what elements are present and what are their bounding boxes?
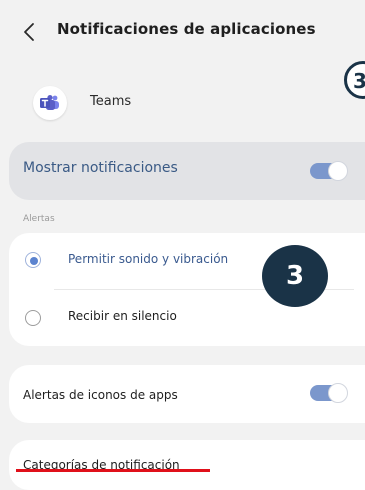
show-notifications-toggle[interactable] xyxy=(310,161,348,181)
toggle-knob xyxy=(328,161,348,181)
chevron-left-icon xyxy=(24,23,34,41)
show-notifications-label: Mostrar notificaciones xyxy=(23,160,178,176)
alerts-section-label: Alertas xyxy=(23,214,55,224)
app-icon-alerts-toggle[interactable] xyxy=(310,383,348,403)
allow-sound-vibration-label[interactable]: Permitir sonido y vibración xyxy=(68,252,228,266)
app-icon xyxy=(33,86,67,120)
annotation-circle: 3 xyxy=(344,61,365,99)
radio-selected-dot xyxy=(30,257,38,265)
app-name: Teams xyxy=(90,94,132,109)
app-icon-alerts-label: Alertas de iconos de apps xyxy=(23,388,178,402)
page-title: Notificaciones de aplicaciones xyxy=(57,20,316,38)
back-button[interactable] xyxy=(18,18,42,46)
highlight-underline xyxy=(16,469,210,472)
receive-silently-radio[interactable] xyxy=(25,310,41,326)
receive-silently-label[interactable]: Recibir en silencio xyxy=(68,309,177,323)
allow-sound-vibration-radio[interactable] xyxy=(25,252,41,268)
toggle-knob xyxy=(328,383,348,403)
annotation-circle-label: 3 xyxy=(353,69,365,93)
step-badge: 3 xyxy=(262,245,328,307)
teams-icon xyxy=(40,95,59,110)
